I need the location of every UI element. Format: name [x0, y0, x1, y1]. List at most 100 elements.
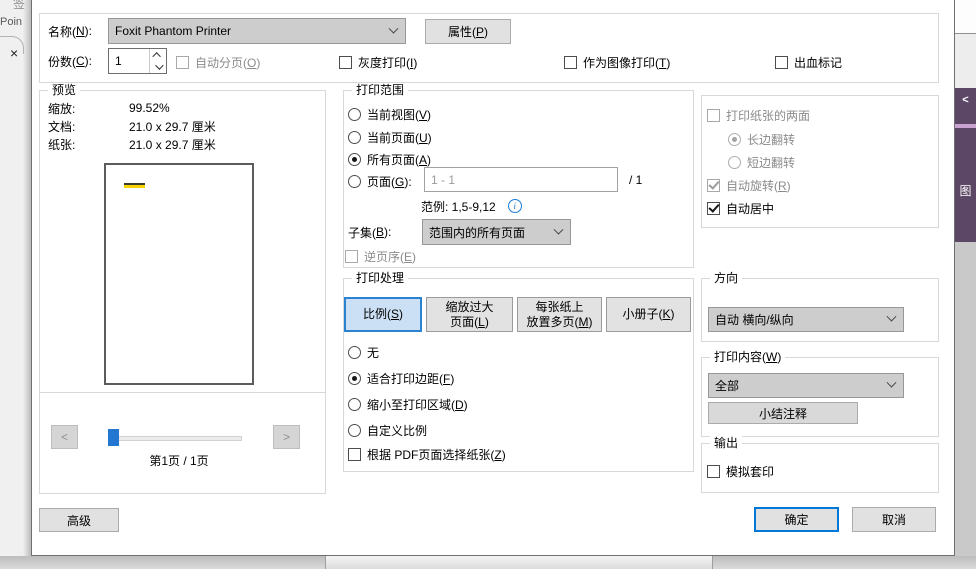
checkbox-icon — [707, 108, 720, 122]
radio-icon — [348, 174, 361, 188]
paper-by-pdf-checkbox[interactable]: 根据 PDF页面选择纸张(Z) — [348, 446, 506, 462]
radio-current-view[interactable]: 当前视图(V) — [348, 106, 431, 122]
print-range-title: 打印范围 — [352, 83, 409, 98]
auto-center-checkbox[interactable]: 自动居中 — [707, 200, 774, 216]
auto-rotate-label: 自动旋转(R) — [726, 178, 791, 193]
reverse-pages-checkbox: 逆页序(E) — [345, 248, 416, 264]
checkbox-icon — [345, 249, 358, 263]
preview-separator — [40, 392, 325, 393]
tab-booklet[interactable]: 小册子(K) — [606, 297, 691, 332]
copies-spin-buttons — [149, 49, 166, 73]
checkbox-icon — [339, 55, 352, 69]
scale-none-label: 无 — [367, 345, 380, 360]
checkbox-icon — [348, 447, 361, 461]
ok-button[interactable]: 确定 — [754, 507, 839, 532]
copies-stepper[interactable]: 1 — [108, 48, 167, 74]
printer-name-value: Foxit Phantom Printer — [115, 24, 232, 38]
all-pages-label: 所有页面(A) — [367, 152, 432, 167]
dialog-shadow — [23, 0, 31, 569]
right-panel-bottom — [955, 242, 976, 569]
pages-input[interactable]: 1 - 1 — [424, 167, 618, 192]
current-view-label: 当前视图(V) — [367, 107, 432, 122]
subset-select[interactable]: 范围内的所有页面 — [422, 219, 571, 245]
tab-oversized-line1: 缩放过大 — [445, 299, 494, 314]
close-icon[interactable]: × — [10, 45, 18, 61]
printer-name-select[interactable]: Foxit Phantom Printer — [108, 18, 406, 44]
two-sided-label: 打印纸张的两面 — [726, 108, 811, 123]
shrink-area-label: 缩小至打印区域(D) — [367, 397, 468, 412]
paper-size-label: 纸张: — [48, 137, 76, 152]
summarize-comments-button[interactable]: 小结注释 — [708, 402, 858, 424]
zoom-label: 缩放: — [48, 101, 76, 116]
print-dialog: 名称(N): Foxit Phantom Printer 属性(P) 份数(C)… — [31, 0, 955, 556]
collapse-chevron-icon[interactable]: < — [955, 94, 976, 106]
two-sided-checkbox: 打印纸张的两面 — [707, 107, 810, 123]
radio-shrink-area[interactable]: 缩小至打印区域(D) — [348, 396, 468, 412]
bleed-marks-label: 出血标记 — [794, 55, 843, 70]
custom-scale-label: 自定义比例 — [367, 423, 428, 438]
bleed-marks-checkbox[interactable]: 出血标记 — [775, 54, 842, 70]
auto-rotate-checkbox: 自动旋转(R) — [707, 177, 791, 193]
print-content-title: 打印内容(W) — [710, 350, 786, 365]
cancel-button[interactable]: 取消 — [852, 507, 936, 532]
tab-booklet-label: 小册子(K) — [622, 307, 675, 321]
orientation-value: 自动 横向/纵向 — [715, 313, 794, 327]
print-content-select[interactable]: 全部 — [708, 373, 904, 398]
page-indicator: 第1页 / 1页 — [149, 454, 209, 468]
print-as-image-label: 作为图像打印(T) — [583, 55, 671, 70]
radio-all-pages[interactable]: 所有页面(A) — [348, 151, 431, 167]
print-content-value: 全部 — [715, 379, 740, 393]
previous-page-button[interactable]: < — [51, 425, 78, 449]
subset-label: 子集(B): — [348, 225, 392, 240]
radio-scale-none[interactable]: 无 — [348, 344, 379, 360]
tab-multiple-per-sheet[interactable]: 每张纸上 放置多页(M) — [517, 297, 602, 332]
spin-down-icon[interactable] — [150, 61, 166, 73]
checkbox-icon — [564, 55, 577, 69]
current-page-label: 当前页面(U) — [367, 130, 432, 145]
grayscale-checkbox[interactable]: 灰度打印(I) — [339, 54, 417, 70]
right-panel-top — [955, 0, 976, 34]
document-size-value: 21.0 x 29.7 厘米 — [129, 119, 216, 134]
tab-oversized-line2: 页面(L) — [450, 314, 489, 329]
simulate-overprint-checkbox[interactable]: 模拟套印 — [707, 463, 774, 479]
radio-icon — [348, 397, 361, 411]
fit-margins-label: 适合打印边距(F) — [367, 371, 455, 386]
page-slider-track[interactable] — [109, 436, 242, 441]
radio-flip-long: 长边翻转 — [728, 131, 795, 147]
zoom-value: 99.52% — [129, 101, 170, 115]
radio-icon — [728, 155, 741, 169]
info-icon[interactable] — [507, 199, 522, 213]
radio-current-page[interactable]: 当前页面(U) — [348, 129, 432, 145]
background-right-panel: < 图 — [955, 0, 976, 569]
page-slider-handle[interactable] — [108, 429, 119, 446]
next-page-button[interactable]: > — [273, 425, 300, 449]
radio-icon — [348, 423, 361, 437]
radio-icon — [348, 371, 361, 385]
radio-icon — [348, 345, 361, 359]
advanced-button[interactable]: 高级 — [39, 508, 119, 532]
tab-oversized-pages[interactable]: 缩放过大 页面(L) — [426, 297, 513, 332]
chevron-down-icon — [886, 377, 897, 388]
background-status-bar — [0, 556, 976, 569]
paper-size-value: 21.0 x 29.7 厘米 — [129, 137, 216, 152]
dock-tab-label[interactable]: 图 — [955, 182, 976, 199]
tab-scale-label: 比例(S) — [362, 307, 403, 321]
spin-up-icon[interactable] — [150, 49, 166, 61]
radio-fit-margins[interactable]: 适合打印边距(F) — [348, 370, 454, 386]
collate-checkbox: 自动分页(O) — [176, 54, 260, 70]
orientation-select[interactable]: 自动 横向/纵向 — [708, 307, 904, 332]
collate-label: 自动分页(O) — [195, 55, 261, 70]
tab-scale[interactable]: 比例(S) — [344, 297, 422, 332]
properties-button[interactable]: 属性(P) — [425, 19, 511, 44]
pages-example-row: 范例: 1,5-9,12 — [421, 198, 522, 214]
radio-custom-scale[interactable]: 自定义比例 — [348, 422, 427, 438]
chevron-down-icon — [553, 224, 564, 235]
simulate-overprint-label: 模拟套印 — [726, 464, 775, 479]
grayscale-label: 灰度打印(I) — [358, 55, 418, 70]
print-as-image-checkbox[interactable]: 作为图像打印(T) — [564, 54, 670, 70]
radio-pages[interactable]: 页面(G): — [348, 173, 412, 189]
checkbox-icon — [176, 55, 189, 69]
checkbox-icon — [707, 464, 720, 478]
checkbox-icon — [775, 55, 788, 69]
checkbox-icon — [707, 178, 720, 192]
